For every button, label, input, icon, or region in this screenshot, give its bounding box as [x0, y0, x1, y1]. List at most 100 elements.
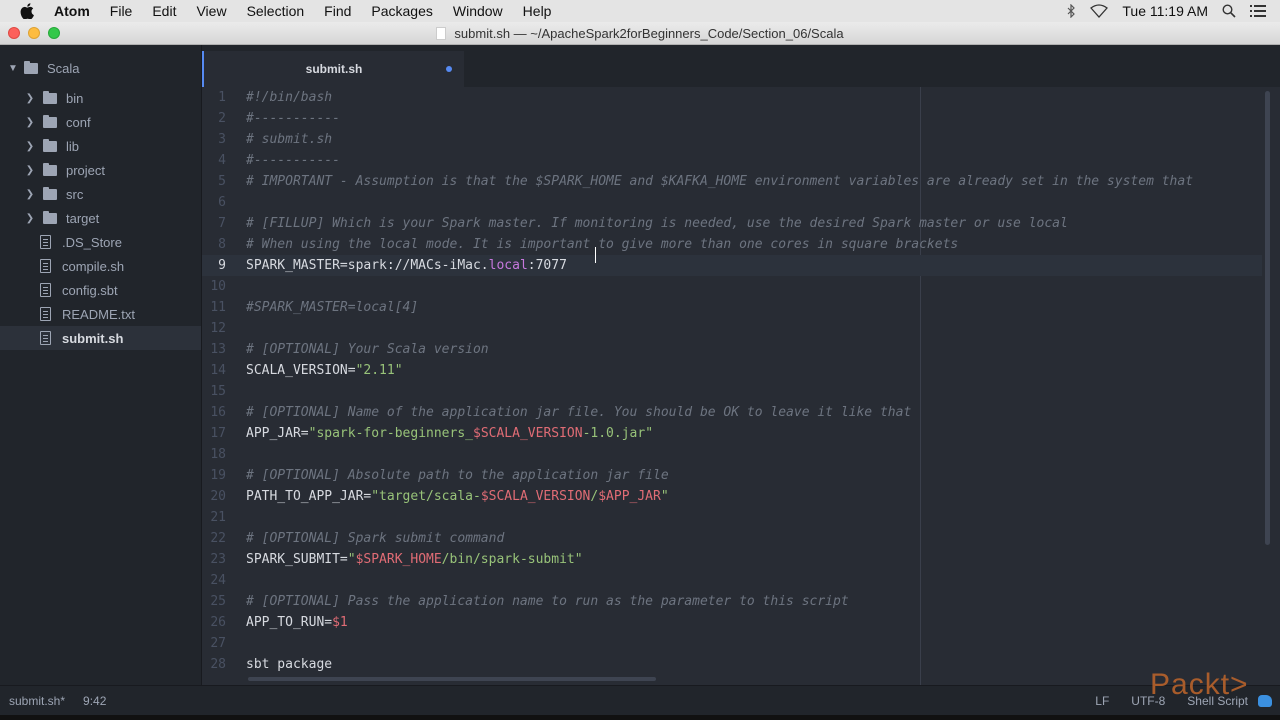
- line-number[interactable]: 7: [202, 213, 226, 234]
- code-line[interactable]: 20 PATH_TO_APP_JAR="target/scala-$SCALA_V…: [202, 486, 1262, 507]
- tab-submit-sh[interactable]: submit.sh: [202, 51, 464, 87]
- line-number[interactable]: 24: [202, 570, 226, 591]
- line-number[interactable]: 8: [202, 234, 226, 255]
- code-line[interactable]: 21: [202, 507, 1262, 528]
- bluetooth-icon[interactable]: [1066, 4, 1076, 18]
- tree-folder-src[interactable]: ❯ src: [0, 182, 201, 206]
- notification-list-icon[interactable]: [1250, 5, 1266, 17]
- code-line[interactable]: 18: [202, 444, 1262, 465]
- code-line[interactable]: 27: [202, 633, 1262, 654]
- code-line[interactable]: 3 # submit.sh: [202, 129, 1262, 150]
- tree-folder-target[interactable]: ❯ target: [0, 206, 201, 230]
- line-number[interactable]: 12: [202, 318, 226, 339]
- code-line[interactable]: 6: [202, 192, 1262, 213]
- status-cursor-position[interactable]: 9:42: [83, 694, 106, 708]
- menubar-clock[interactable]: Tue 11:19 AM: [1122, 3, 1208, 19]
- tree-file-compile-sh[interactable]: compile.sh: [0, 254, 201, 278]
- menu-help[interactable]: Help: [523, 3, 552, 19]
- menu-app-atom[interactable]: Atom: [54, 3, 90, 19]
- menu-view[interactable]: View: [196, 3, 226, 19]
- line-number[interactable]: 26: [202, 612, 226, 633]
- code-line[interactable]: 7 # [FILLUP] Which is your Spark master. …: [202, 213, 1262, 234]
- code-line[interactable]: 2 #-----------: [202, 108, 1262, 129]
- code-line[interactable]: 25 # [OPTIONAL] Pass the application name…: [202, 591, 1262, 612]
- line-number[interactable]: 9: [202, 255, 226, 276]
- line-number[interactable]: 19: [202, 465, 226, 486]
- line-number[interactable]: 3: [202, 129, 226, 150]
- code-line[interactable]: 17 APP_JAR="spark-for-beginners_$SCALA_VE…: [202, 423, 1262, 444]
- line-number[interactable]: 28: [202, 654, 226, 675]
- code-line[interactable]: 5 # IMPORTANT - Assumption is that the $S…: [202, 171, 1262, 192]
- code-line[interactable]: 16 # [OPTIONAL] Name of the application j…: [202, 402, 1262, 423]
- line-number[interactable]: 25: [202, 591, 226, 612]
- line-number[interactable]: 13: [202, 339, 226, 360]
- line-number[interactable]: 6: [202, 192, 226, 213]
- code-line[interactable]: 9 SPARK_MASTER=spark://MACs-iMac.local:70…: [202, 255, 1262, 276]
- menu-window[interactable]: Window: [453, 3, 503, 19]
- tree-file-readme[interactable]: README.txt: [0, 302, 201, 326]
- string-token: "2.11": [355, 363, 403, 378]
- line-number[interactable]: 18: [202, 444, 226, 465]
- minimize-window-button[interactable]: [28, 27, 40, 39]
- tree-root-folder[interactable]: ▼ Scala: [0, 56, 201, 80]
- code-editor[interactable]: 1 #!/bin/bash 2 #----------- 3 # submit.sh 4 #-…: [202, 87, 1280, 685]
- line-number[interactable]: 23: [202, 549, 226, 570]
- squirrel-update-icon[interactable]: [1258, 695, 1272, 707]
- tree-folder-bin[interactable]: ❯ bin: [0, 86, 201, 110]
- code-line[interactable]: 4 #-----------: [202, 150, 1262, 171]
- line-number[interactable]: 17: [202, 423, 226, 444]
- close-window-button[interactable]: [8, 27, 20, 39]
- apple-menu-icon[interactable]: [20, 3, 38, 19]
- line-number[interactable]: 4: [202, 150, 226, 171]
- line-number[interactable]: 22: [202, 528, 226, 549]
- code-line[interactable]: 23 SPARK_SUBMIT="$SPARK_HOME/bin/spark-su…: [202, 549, 1262, 570]
- tree-file-submit-sh[interactable]: submit.sh: [0, 326, 201, 350]
- modified-indicator-icon[interactable]: [446, 66, 452, 72]
- tree-folder-conf[interactable]: ❯ conf: [0, 110, 201, 134]
- wifi-icon[interactable]: [1090, 4, 1109, 18]
- tree-folder-lib[interactable]: ❯ lib: [0, 134, 201, 158]
- plain-token: APP_TO_RUN=: [246, 615, 333, 630]
- line-number[interactable]: 11: [202, 297, 226, 318]
- code-line[interactable]: 11 #SPARK_MASTER=local[4]: [202, 297, 1262, 318]
- line-number[interactable]: 14: [202, 360, 226, 381]
- code-line[interactable]: 26 APP_TO_RUN=$1: [202, 612, 1262, 633]
- menu-find[interactable]: Find: [324, 3, 351, 19]
- spotlight-search-icon[interactable]: [1222, 4, 1236, 18]
- line-number[interactable]: 15: [202, 381, 226, 402]
- line-number[interactable]: 1: [202, 87, 226, 108]
- code-line[interactable]: 22 # [OPTIONAL] Spark submit command: [202, 528, 1262, 549]
- code-line[interactable]: 13 # [OPTIONAL] Your Scala version: [202, 339, 1262, 360]
- code-text: # [OPTIONAL] Pass the application name t…: [246, 591, 849, 612]
- code-line[interactable]: 8 # When using the local mode. It is impo…: [202, 234, 1262, 255]
- line-number[interactable]: 2: [202, 108, 226, 129]
- status-line-ending[interactable]: LF: [1095, 694, 1109, 708]
- code-line[interactable]: 1 #!/bin/bash: [202, 87, 1262, 108]
- horizontal-scrollbar[interactable]: [248, 677, 656, 681]
- tree-item-label: bin: [66, 90, 84, 106]
- line-number[interactable]: 21: [202, 507, 226, 528]
- variable-token: $SCALA_VERSION: [473, 426, 583, 441]
- tree-file-config-sbt[interactable]: config.sbt: [0, 278, 201, 302]
- code-line[interactable]: 14 SCALA_VERSION="2.11": [202, 360, 1262, 381]
- maximize-window-button[interactable]: [48, 27, 60, 39]
- line-number[interactable]: 10: [202, 276, 226, 297]
- menu-selection[interactable]: Selection: [247, 3, 305, 19]
- line-number[interactable]: 27: [202, 633, 226, 654]
- code-line[interactable]: 12: [202, 318, 1262, 339]
- code-line[interactable]: 15: [202, 381, 1262, 402]
- menu-packages[interactable]: Packages: [371, 3, 432, 19]
- status-file-name[interactable]: submit.sh*: [9, 694, 65, 708]
- vertical-scrollbar[interactable]: [1265, 91, 1270, 545]
- menu-edit[interactable]: Edit: [152, 3, 176, 19]
- tree-file-ds-store[interactable]: .DS_Store: [0, 230, 201, 254]
- code-line[interactable]: 19 # [OPTIONAL] Absolute path to the appl…: [202, 465, 1262, 486]
- code-line[interactable]: 10: [202, 276, 1262, 297]
- line-number[interactable]: 16: [202, 402, 226, 423]
- menu-file[interactable]: File: [110, 3, 133, 19]
- code-line[interactable]: 28 sbt package: [202, 654, 1262, 675]
- code-line[interactable]: 24: [202, 570, 1262, 591]
- line-number[interactable]: 5: [202, 171, 226, 192]
- line-number[interactable]: 20: [202, 486, 226, 507]
- tree-folder-project[interactable]: ❯ project: [0, 158, 201, 182]
